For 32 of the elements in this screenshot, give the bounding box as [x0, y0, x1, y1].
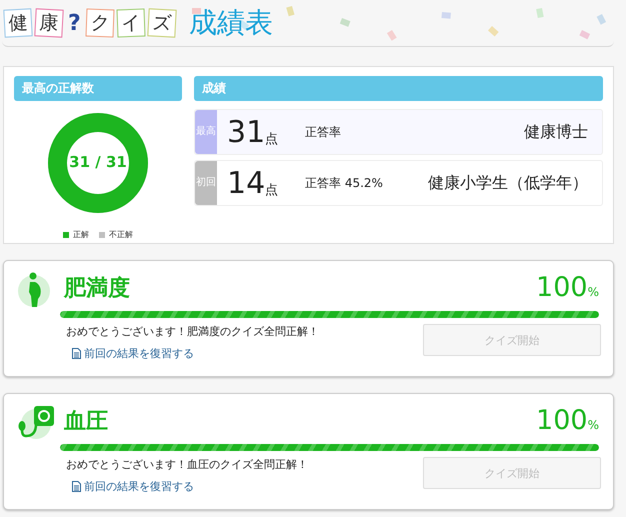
blood-pressure-monitor-icon	[16, 404, 56, 442]
donut-center-label: 31 / 31	[68, 153, 128, 171]
legend-item: 正解	[63, 229, 89, 240]
document-icon	[72, 481, 81, 492]
page-title: 成績表	[188, 5, 273, 41]
result-tag: 最高	[195, 110, 217, 154]
document-icon	[72, 348, 81, 359]
rank-title: 健康博士	[523, 122, 589, 142]
score-unit: 点	[265, 131, 279, 148]
score-unit: 点	[265, 182, 279, 199]
logo-letter-tile: イ	[116, 8, 146, 38]
congratulation-message: おめでとうございます！肥満度のクイズ全問正解！	[66, 324, 319, 339]
category-title: 肥満度	[64, 274, 130, 303]
logo-question-mark: ?	[68, 10, 81, 36]
section-heading: 最高の正解数	[14, 76, 182, 101]
logo-letter-tile: 健	[3, 8, 33, 38]
logo-letter-tile: ク	[85, 8, 114, 38]
score-value: 14	[227, 166, 265, 200]
score-value: 31	[227, 114, 265, 150]
category-title: 血圧	[64, 408, 108, 436]
congratulation-message: おめでとうございます！血圧のクイズ全問正解！	[66, 457, 308, 472]
body-figure-icon	[16, 271, 52, 309]
legend-item: 不正解	[99, 229, 133, 240]
logo-letter-tile: ズ	[147, 8, 176, 38]
accuracy-rate: 正答率	[305, 124, 341, 140]
rank-title: 健康小学生（低学年）	[427, 172, 589, 194]
completion-percent: 100%	[536, 272, 599, 303]
section-heading: 成績	[194, 76, 603, 101]
result-tag: 初回	[195, 161, 217, 205]
completion-percent: 100%	[536, 405, 599, 436]
accuracy-rate: 正答率 45.2%	[305, 174, 383, 192]
logo-letter-tile: 康	[34, 8, 64, 38]
